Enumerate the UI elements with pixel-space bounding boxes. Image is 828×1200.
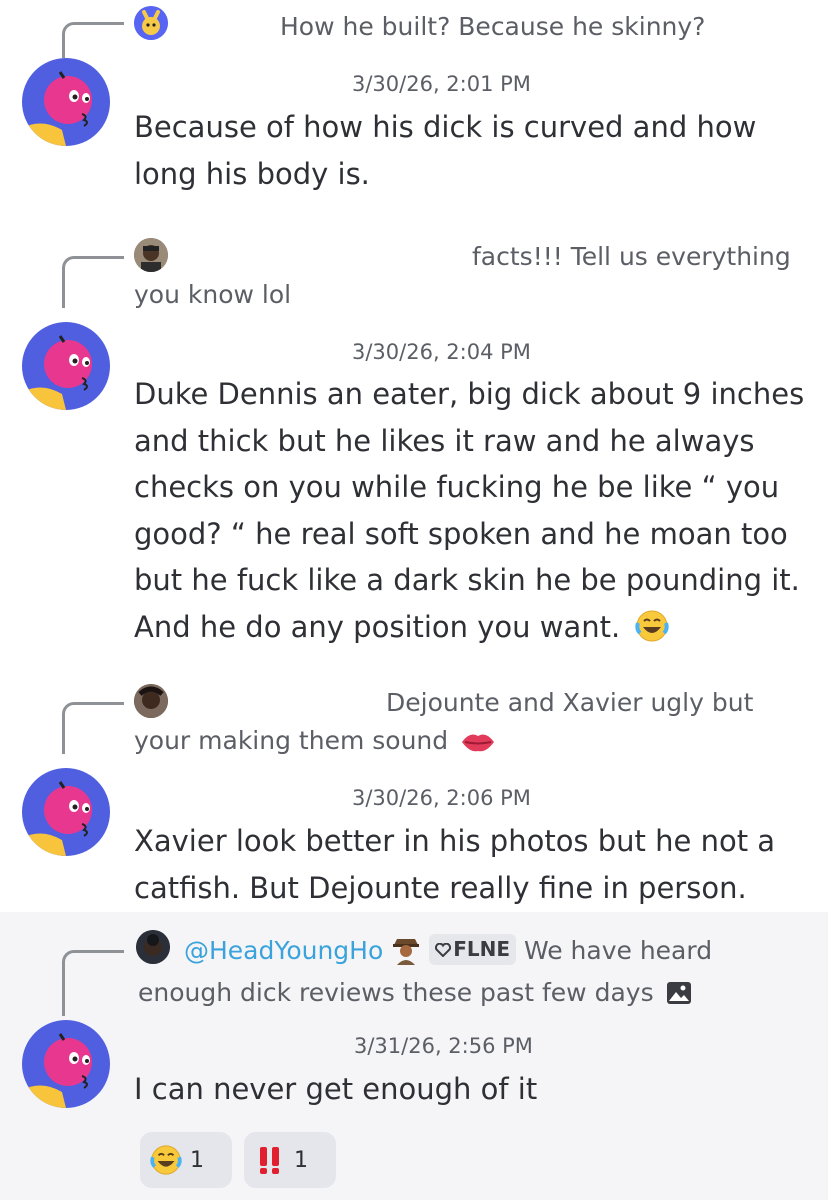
reaction-joy[interactable]: 1	[140, 1132, 232, 1188]
reaction-count: 1	[190, 1147, 204, 1173]
message-text: Xavier look better in his photos but he …	[134, 824, 776, 905]
message-timestamp: 3/31/26, 2:56 PM	[354, 1034, 533, 1058]
avatar[interactable]	[22, 768, 110, 856]
reply-preview-text[interactable]: Dejounte and Xavier ugly but	[386, 682, 753, 724]
reaction-double-exclamation[interactable]: 1	[244, 1132, 336, 1188]
reply-preview-header[interactable]: @HeadYoungHo FLNE We have heard	[184, 930, 712, 978]
server-tag-label: FLNE	[453, 937, 510, 961]
reply-avatar[interactable]	[136, 930, 170, 964]
joy-emoji-icon	[150, 1144, 182, 1176]
double-exclamation-icon	[254, 1144, 286, 1176]
message-timestamp: 3/30/26, 2:01 PM	[352, 72, 531, 96]
reply-preview-text-continued[interactable]: you know lol	[134, 274, 291, 316]
reply-avatar[interactable]	[134, 684, 168, 718]
avatar[interactable]	[22, 58, 110, 146]
reply-connector	[62, 950, 124, 1016]
lips-emoji-icon	[460, 724, 496, 766]
message-text: I can never get enough of it	[134, 1072, 538, 1106]
reply-preview-text-continued-wrapper[interactable]: your making them sound	[134, 720, 496, 766]
reply-preview-text-continued: enough dick reviews these past few days	[138, 978, 654, 1007]
avatar[interactable]	[22, 322, 110, 410]
reply-preview-text[interactable]: How he built? Because he skinny?	[280, 6, 705, 48]
reply-preview-text-continued-wrapper[interactable]: enough dick reviews these past few days	[138, 972, 692, 1018]
message-text: Because of how his dick is curved and ho…	[134, 110, 757, 191]
reply-preview-text: We have heard	[523, 936, 713, 965]
image-attachment-icon	[666, 976, 692, 1018]
avatar[interactable]	[22, 1020, 110, 1108]
reply-connector	[62, 22, 124, 58]
reply-preview-text[interactable]: facts!!! Tell us everything	[472, 236, 791, 278]
reply-connector	[62, 256, 124, 308]
message-timestamp: 3/30/26, 2:04 PM	[352, 340, 531, 364]
reply-avatar[interactable]	[134, 6, 168, 40]
message-text-wrapper: Duke Dennis an eater, big dick about 9 i…	[134, 371, 814, 656]
reply-connector	[62, 702, 124, 754]
message-text: Duke Dennis an eater, big dick about 9 i…	[134, 377, 805, 644]
message-timestamp: 3/30/26, 2:06 PM	[352, 786, 531, 810]
reaction-count: 1	[294, 1147, 308, 1173]
reply-preview-text-continued: your making them sound	[134, 726, 449, 755]
reply-avatar[interactable]	[134, 238, 168, 272]
joy-emoji-icon	[635, 609, 670, 657]
heart-icon	[435, 935, 452, 965]
server-tag[interactable]: FLNE	[429, 934, 516, 965]
user-mention[interactable]: @HeadYoungHo	[184, 936, 383, 965]
